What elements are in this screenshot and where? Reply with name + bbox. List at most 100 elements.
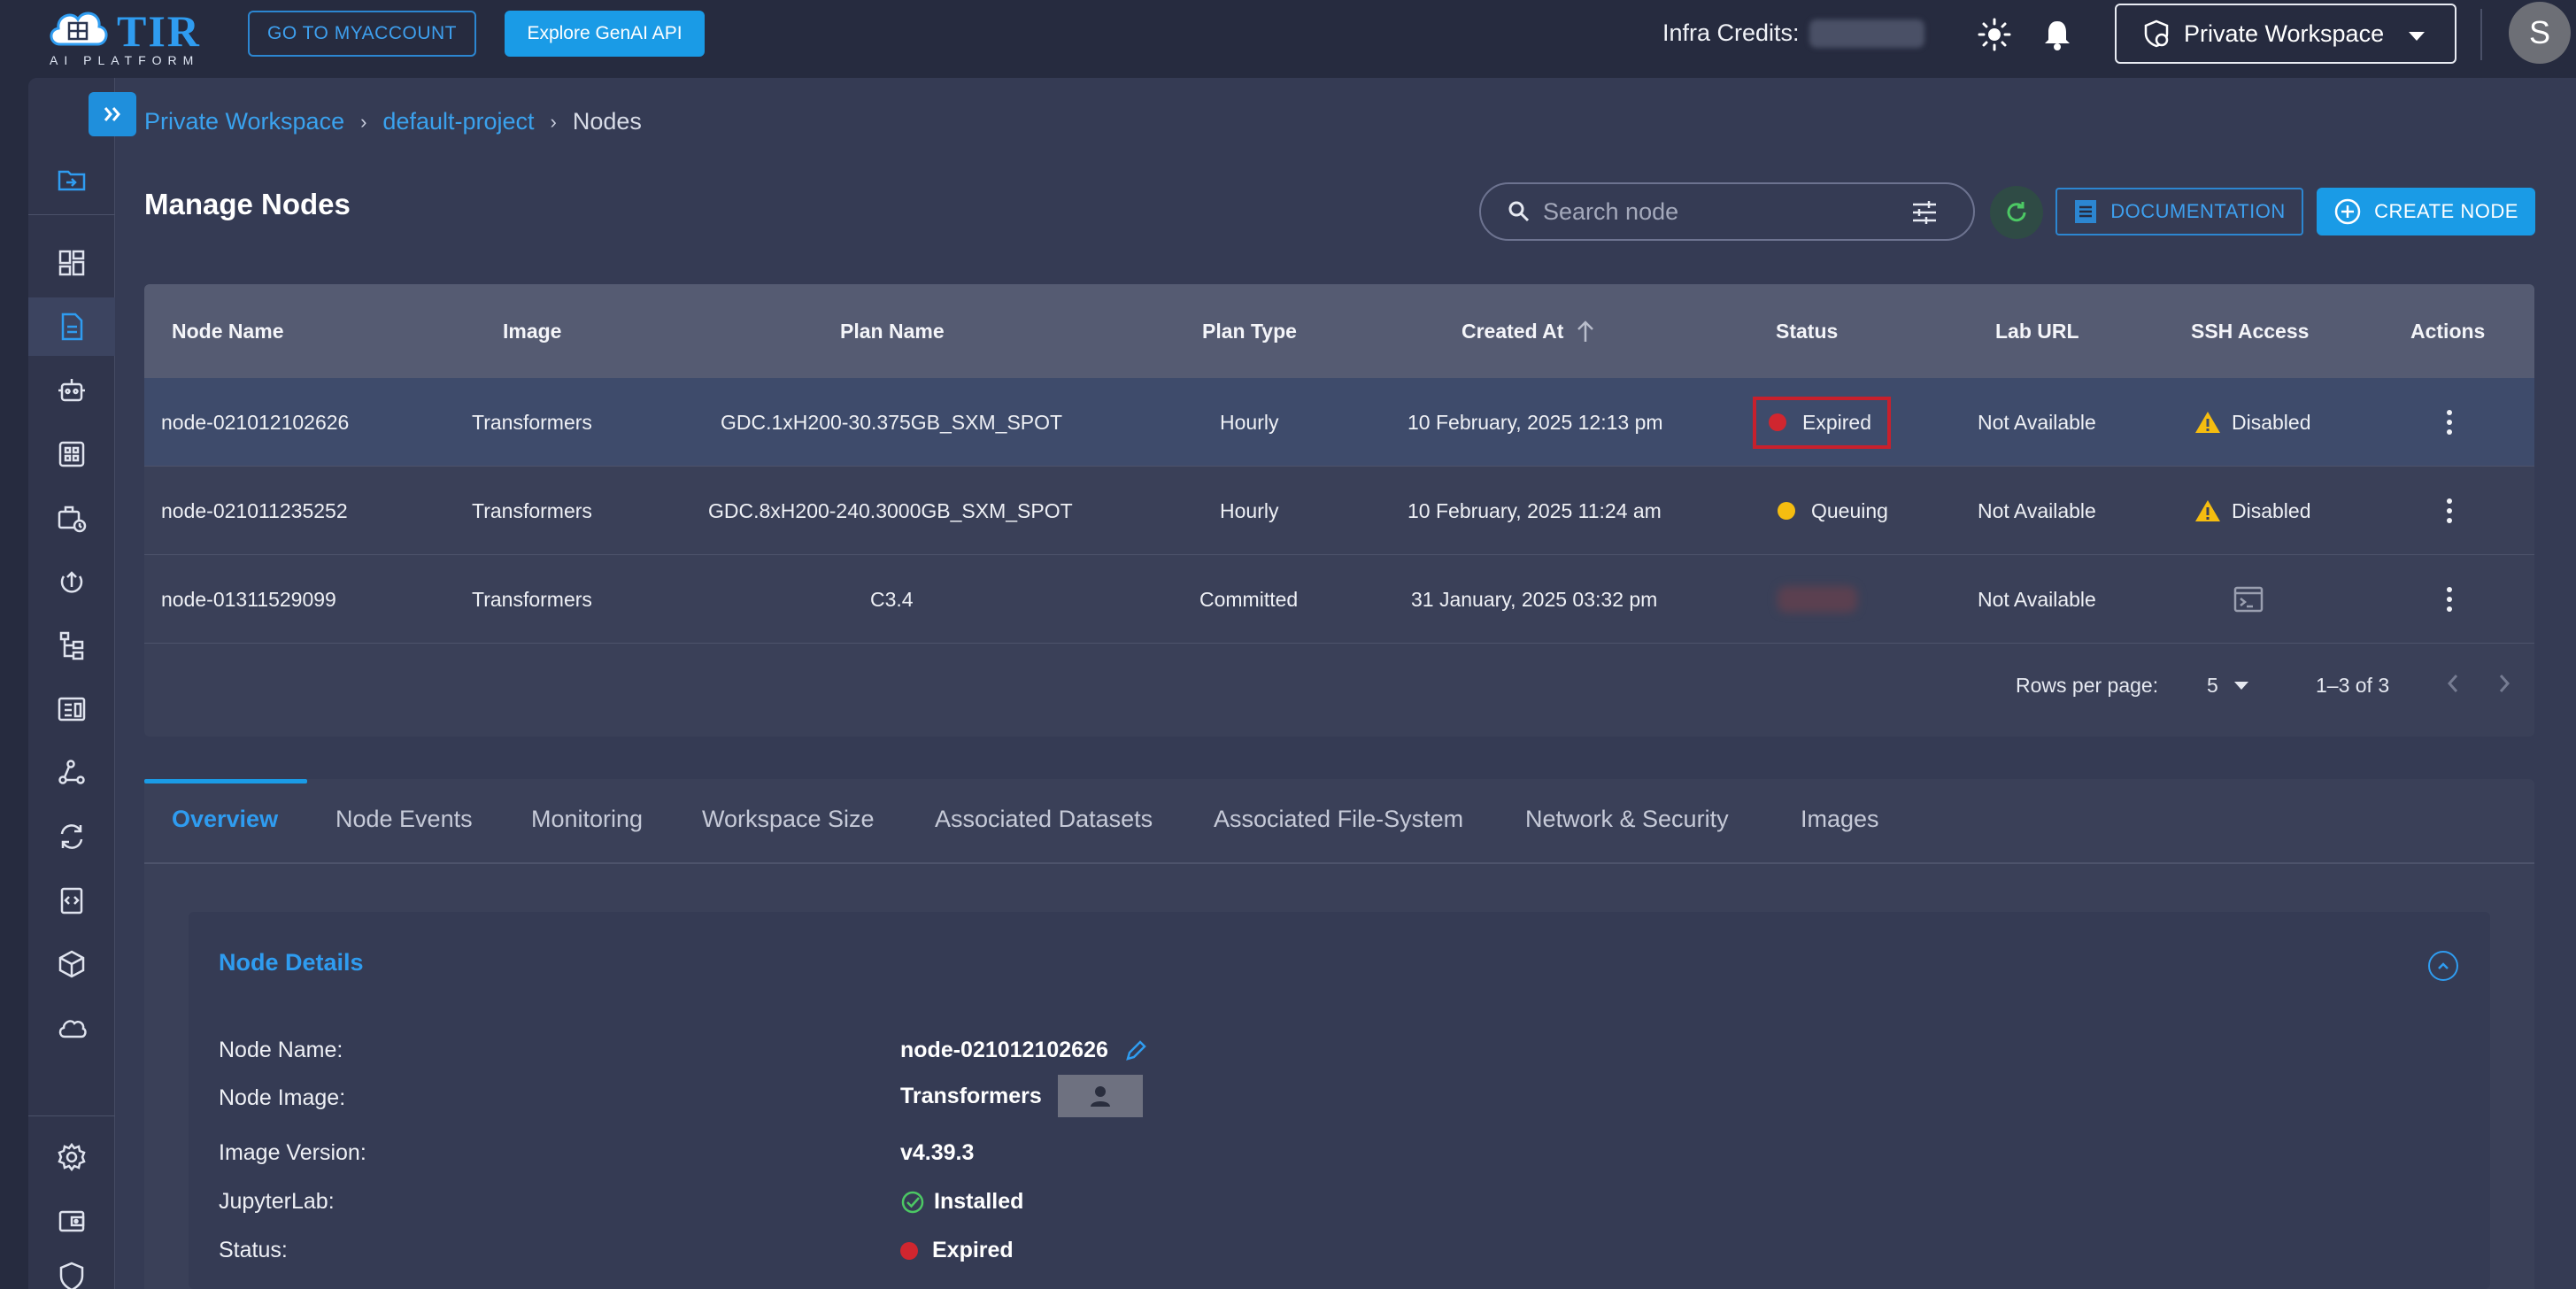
sidebar-item-registry[interactable] (28, 680, 115, 738)
tab-network-security[interactable]: Network & Security (1525, 806, 1729, 833)
explore-genai-api-button[interactable]: Explore GenAI API (505, 11, 705, 57)
node-name-cell: node-01311529099 (161, 587, 336, 611)
sidebar-item-settings[interactable] (28, 1128, 115, 1186)
ssh-status-text: Disabled (2232, 498, 2311, 522)
sidebar-item-models[interactable] (28, 935, 115, 993)
sidebar-item-security[interactable] (28, 1254, 115, 1289)
create-node-button[interactable]: CREATE NODE (2317, 188, 2535, 235)
plan-type-cell: Committed (1199, 587, 1299, 611)
node-name-value: node-021012102626 (900, 1038, 1147, 1063)
person-icon (1090, 1086, 1110, 1107)
breadcrumb-current-nodes: Nodes (572, 108, 642, 135)
lab-url-cell: Not Available (1978, 410, 2096, 434)
tab-workspace-size[interactable]: Workspace Size (702, 806, 875, 833)
sidebar-item-pipelines[interactable] (28, 616, 115, 675)
node-image-text: Transformers (900, 1083, 1042, 1108)
breadcrumb-default-project[interactable]: default-project (382, 108, 534, 135)
tab-node-events[interactable]: Node Events (335, 806, 473, 833)
sidebar-item-dashboard[interactable] (28, 234, 115, 292)
collapse-button[interactable] (2428, 951, 2458, 981)
check-circle-icon (901, 1191, 924, 1213)
refresh-button[interactable] (1990, 186, 2043, 239)
chevron-down-icon (2409, 32, 2425, 41)
node-details-title: Node Details (219, 949, 364, 976)
kebab-menu-icon (2447, 498, 2452, 523)
sidebar-item-projects[interactable] (28, 151, 115, 210)
code-file-icon (60, 887, 83, 915)
divider (2480, 9, 2482, 60)
node-name-text: node-021012102626 (900, 1038, 1108, 1062)
sidebar-item-sync[interactable] (28, 807, 115, 866)
image-cell: Transformers (472, 587, 592, 611)
rows-per-page-value: 5 (2207, 674, 2218, 697)
user-avatar[interactable]: S (2509, 2, 2571, 64)
column-header-actions: Actions (2410, 319, 2486, 343)
node-name-cell: node-021012102626 (161, 410, 350, 434)
page-title: Manage Nodes (144, 188, 351, 220)
row-actions-menu-button[interactable] (2447, 378, 2452, 467)
logo-subtitle: AI PLATFORM (50, 53, 200, 67)
column-header-created-at[interactable]: Created At (1462, 284, 1597, 378)
status-dot-expired (1769, 413, 1786, 431)
image-cell: Transformers (472, 410, 592, 434)
notification-bell-icon[interactable] (2041, 18, 2073, 51)
sidebar-item-code[interactable] (28, 871, 115, 930)
ssh-access-cell[interactable] (2233, 555, 2264, 644)
plan-name-cell: GDC.8xH200-240.3000GB_SXM_SPOT (708, 498, 1073, 522)
breadcrumb-private-workspace[interactable]: Private Workspace (144, 108, 344, 135)
tab-monitoring[interactable]: Monitoring (531, 806, 643, 833)
search-icon (1508, 201, 1530, 222)
sidebar-item-billing[interactable] (28, 1192, 115, 1250)
table-row[interactable]: node-01311529099 Transformers C3.4 Commi… (144, 555, 2534, 644)
workspace-selector[interactable]: Private Workspace (2115, 4, 2456, 64)
row-actions-menu-button[interactable] (2447, 555, 2452, 644)
sidebar-divider (28, 214, 115, 215)
status-label: Status: (219, 1238, 288, 1262)
sidebar-expand-button[interactable] (89, 92, 136, 136)
sidebar-item-cloud[interactable] (28, 999, 115, 1057)
filter-sliders-icon[interactable] (1911, 200, 1938, 225)
ssh-access-cell: Disabled (2194, 467, 2311, 555)
share-nodes-icon (58, 760, 85, 784)
tab-images[interactable]: Images (1801, 806, 1879, 833)
tab-associated-datasets[interactable]: Associated Datasets (935, 806, 1153, 833)
wallet-icon (58, 1210, 85, 1232)
tir-logo[interactable]: TIR AI PLATFORM (46, 4, 205, 67)
next-page-button[interactable] (2495, 670, 2513, 697)
sidebar-item-agents[interactable] (28, 361, 115, 420)
tab-overview[interactable]: Overview (172, 806, 278, 833)
chevron-right-icon (2499, 675, 2510, 692)
table-row[interactable]: node-021011235252 Transformers GDC.8xH20… (144, 467, 2534, 555)
edit-pencil-icon[interactable] (1124, 1039, 1147, 1062)
rows-per-page-select[interactable]: 5 (2207, 674, 2248, 698)
sidebar-item-jobs[interactable] (28, 489, 115, 547)
go-to-myaccount-button[interactable]: GO TO MYACCOUNT (248, 11, 476, 57)
sidebar-item-nodes[interactable] (28, 297, 115, 356)
dashboard-icon (58, 250, 85, 276)
sidebar-item-deployments[interactable] (28, 552, 115, 611)
sidebar-item-apps[interactable] (28, 425, 115, 483)
workspace-selector-label: Private Workspace (2184, 19, 2385, 47)
documentation-button[interactable]: DOCUMENTATION (2055, 188, 2303, 235)
tab-associated-file-system[interactable]: Associated File-System (1214, 806, 1463, 833)
page-range: 1–3 of 3 (2316, 674, 2390, 697)
jupyterlab-status-text: Installed (934, 1189, 1024, 1214)
column-header-ssh-access: SSH Access (2191, 319, 2310, 343)
status-dot-queuing (1778, 502, 1795, 520)
sidebar-item-integrations[interactable] (28, 744, 115, 802)
search-box[interactable] (1479, 182, 1975, 241)
created-at-cell: 10 February, 2025 11:24 am (1408, 498, 1662, 522)
prev-page-button[interactable] (2444, 670, 2462, 697)
table-row[interactable]: node-021012102626 Transformers GDC.1xH20… (144, 378, 2534, 467)
cube-icon (58, 950, 85, 978)
infra-credits-label: Infra Credits: (1662, 19, 1800, 46)
refresh-icon (2007, 202, 2026, 222)
status-text: Queuing (1811, 498, 1888, 522)
search-input[interactable] (1543, 197, 1897, 226)
theme-sun-icon[interactable] (1978, 18, 2011, 51)
hierarchy-icon (59, 631, 84, 660)
column-header-image: Image (503, 319, 562, 343)
plan-type-cell: Hourly (1220, 410, 1279, 434)
briefcase-clock-icon (58, 506, 87, 533)
row-actions-menu-button[interactable] (2447, 467, 2452, 555)
